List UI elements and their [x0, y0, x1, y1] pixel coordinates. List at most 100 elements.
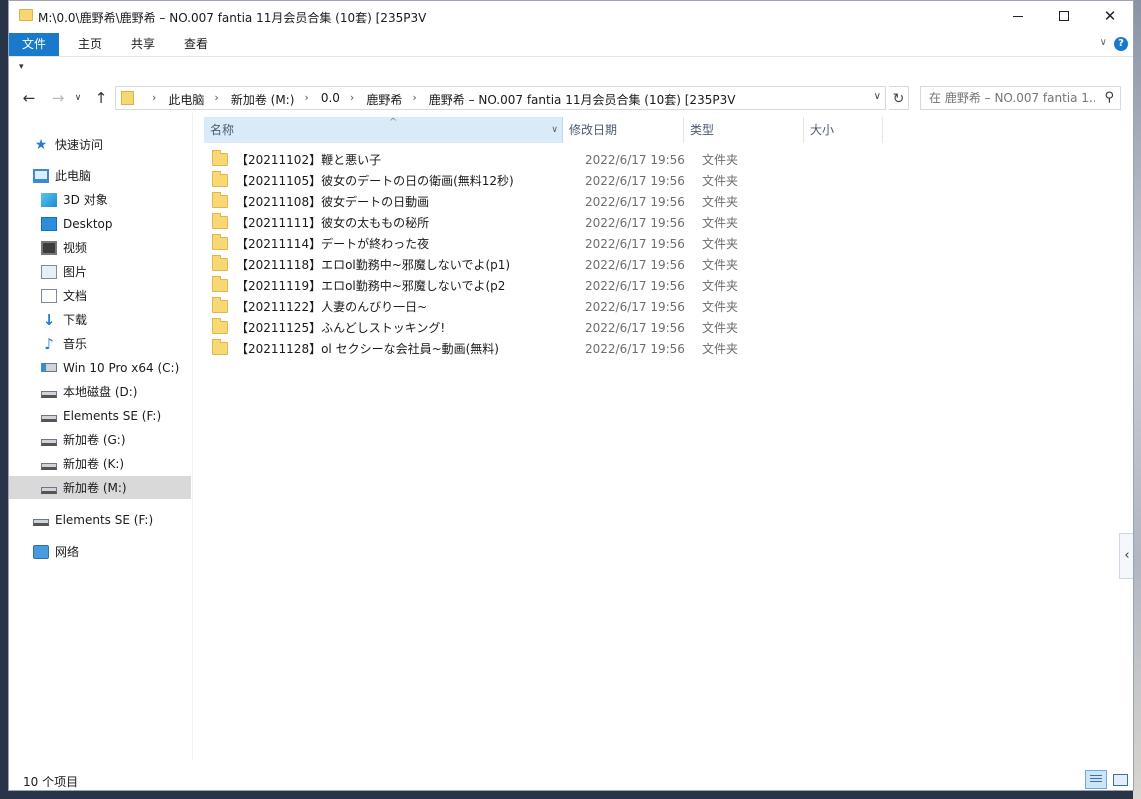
sidebar-item[interactable]: ★ 快速访问	[9, 133, 191, 156]
folder-icon	[19, 9, 33, 21]
sidebar-item-label: 3D 对象	[63, 193, 108, 207]
large-icons-view-icon[interactable]	[1110, 770, 1130, 789]
customize-toolbar-dropdown-icon[interactable]: ▾	[19, 62, 24, 72]
sidebar-item[interactable]: 本地磁盘 (D:)	[9, 380, 191, 403]
file-name: 【20211105】彼女のデートの日の衛画(無料12秒)	[236, 174, 514, 188]
sidebar-item[interactable]: 此电脑	[9, 164, 191, 187]
expand-ribbon-chevron-icon[interactable]: ∨	[1100, 37, 1107, 48]
table-row[interactable]: 【20211118】エロol勤務中~邪魔しないでよ(p1) 2022/6/17 1…	[204, 254, 904, 275]
search-icon[interactable]: ⚲	[1104, 90, 1114, 105]
search-input[interactable]	[929, 91, 1095, 105]
file-name: 【20211118】エロol勤務中~邪魔しないでよ(p1)	[236, 258, 511, 272]
file-date: 2022/6/17 19:56	[585, 299, 685, 314]
table-row[interactable]: 【20211122】人妻のんびり一日~ 2022/6/17 19:56 文件夹	[204, 296, 904, 317]
sidebar-item[interactable]: 视频	[9, 236, 191, 259]
table-row[interactable]: 【20211128】ol セクシーな会社員~動画(無料) 2022/6/17 19…	[204, 338, 904, 359]
sidebar-item-label: 快速访问	[55, 138, 104, 152]
table-row[interactable]: 【20211105】彼女のデートの日の衛画(無料12秒) 2022/6/17 19…	[204, 170, 904, 191]
table-row[interactable]: 【20211114】デートが終わった夜 2022/6/17 19:56 文件夹	[204, 233, 904, 254]
breadcrumb-drive-m[interactable]: 新加卷 (M:)	[231, 91, 295, 108]
sidebar-item[interactable]: Elements SE (F:)	[9, 508, 191, 531]
breadcrumb-this-pc[interactable]: 此电脑	[168, 91, 204, 108]
file-type: 文件夹	[702, 258, 739, 272]
details-view-icon[interactable]	[1085, 770, 1107, 789]
sidebar-item[interactable]: 新加卷 (M:)	[9, 476, 191, 499]
maximize-button[interactable]	[1041, 1, 1087, 31]
file-type: 文件夹	[702, 216, 739, 230]
forward-arrow-icon[interactable]: →	[47, 88, 69, 108]
sidebar-item-label: Win 10 Pro x64 (C:)	[63, 360, 180, 375]
table-row[interactable]: 【20211108】彼女デートの日動画 2022/6/17 19:56 文件夹	[204, 191, 904, 212]
preview-pane-toggle-chevron-icon[interactable]: ‹	[1119, 533, 1133, 579]
recent-locations-chevron-icon[interactable]: ∨	[71, 88, 85, 108]
file-type: 文件夹	[702, 342, 739, 356]
file-type: 文件夹	[702, 195, 739, 209]
sidebar-item[interactable]: ↓ 下载	[9, 308, 191, 331]
table-row[interactable]: 【20211125】ふんどしストッキング! 2022/6/17 19:56 文件夹	[204, 317, 904, 338]
window-title: M:\0.0\鹿野希\鹿野希 – NO.007 fantia 11月会员合集 (…	[38, 11, 427, 25]
file-name: 【20211108】彼女デートの日動画	[236, 195, 430, 209]
drive-icon	[41, 462, 57, 470]
file-date: 2022/6/17 19:56	[585, 257, 685, 272]
table-row[interactable]: 【20211102】鞭と悪い子 2022/6/17 19:56 文件夹	[204, 149, 904, 170]
breadcrumb-separator-icon[interactable]: ›	[304, 91, 308, 108]
breadcrumb-folder-current[interactable]: 鹿野希 – NO.007 fantia 11月会员合集 (10套) [235P3…	[429, 91, 736, 108]
documents-icon	[41, 288, 57, 303]
search-box[interactable]: ⚲	[920, 86, 1121, 110]
column-header-name[interactable]: ^ 名称 ∨	[204, 117, 563, 143]
sidebar-item-label: Desktop	[63, 216, 113, 231]
breadcrumb-folder-parent[interactable]: 鹿野希	[366, 91, 402, 108]
breadcrumb-separator-icon[interactable]: ›	[412, 91, 416, 108]
sidebar-item[interactable]: 3D 对象	[9, 188, 191, 211]
file-date: 2022/6/17 19:56	[585, 215, 685, 230]
title-bar[interactable]: M:\0.0\鹿野希\鹿野希 – NO.007 fantia 11月会员合集 (…	[9, 1, 1133, 31]
breadcrumb-separator-icon[interactable]: ›	[350, 91, 354, 108]
item-count: 10 个项目	[23, 775, 79, 789]
sidebar-item[interactable]: 网络	[9, 540, 191, 563]
drive-icon	[41, 486, 57, 494]
address-bar[interactable]: › 此电脑 › 新加卷 (M:) › 0.0 › 鹿野希 › 鹿野希 – NO.…	[115, 86, 886, 110]
tab-view[interactable]: 查看	[171, 33, 221, 56]
column-header-type[interactable]: 类型	[684, 117, 804, 143]
table-row[interactable]: 【20211111】彼女の太ももの秘所 2022/6/17 19:56 文件夹	[204, 212, 904, 233]
sidebar-item[interactable]: 新加卷 (K:)	[9, 452, 191, 475]
column-header-date[interactable]: 修改日期	[563, 117, 684, 143]
file-name: 【20211119】エロol勤務中~邪魔しないでよ(p2	[236, 279, 506, 293]
column-filter-chevron-icon[interactable]: ∨	[551, 117, 558, 143]
column-header-size[interactable]: 大小	[804, 117, 883, 143]
sidebar-item[interactable]: 文档	[9, 284, 191, 307]
file-list: ^ 名称 ∨ 修改日期 类型 大小 ‹ 【20211102】鞭と悪い子 2022/…	[194, 113, 1133, 761]
back-arrow-icon[interactable]: ←	[18, 88, 40, 108]
file-date: 2022/6/17 19:56	[585, 320, 685, 335]
tab-share[interactable]: 共享	[118, 33, 168, 56]
tab-file[interactable]: 文件	[9, 33, 60, 56]
file-name: 【20211114】デートが終わった夜	[236, 237, 430, 251]
breadcrumb-separator-icon[interactable]: ›	[214, 91, 218, 108]
sidebar-item[interactable]: ♪ 音乐	[9, 332, 191, 355]
column-header-name-label: 名称	[210, 123, 235, 137]
tab-home[interactable]: 主页	[65, 33, 115, 56]
minimize-icon	[1013, 15, 1023, 17]
minimize-button[interactable]	[995, 1, 1041, 31]
folder-icon	[212, 150, 228, 166]
sidebar-item-label: Elements SE (F:)	[55, 512, 154, 527]
folder-icon	[212, 213, 228, 229]
help-icon[interactable]: ?	[1114, 37, 1128, 51]
address-bar-row: ← → ∨ ↑ › 此电脑 › 新加卷 (M:) › 0.0 › 鹿野希 › 鹿…	[9, 84, 1133, 112]
sidebar-item[interactable]: Elements SE (F:)	[9, 404, 191, 427]
folder-icon	[212, 339, 228, 355]
file-name: 【20211125】ふんどしストッキング!	[236, 321, 446, 335]
sidebar-item[interactable]: 新加卷 (G:)	[9, 428, 191, 451]
sidebar-item[interactable]: 图片	[9, 260, 191, 283]
refresh-icon[interactable]: ↻	[889, 86, 909, 110]
sidebar-item[interactable]: Desktop	[9, 212, 191, 235]
address-history-chevron-icon[interactable]: ∨	[874, 91, 881, 102]
sidebar-item-label: 本地磁盘 (D:)	[63, 385, 138, 399]
breadcrumb-folder-0-0[interactable]: 0.0	[321, 91, 340, 108]
table-row[interactable]: 【20211119】エロol勤務中~邪魔しないでよ(p2 2022/6/17 19…	[204, 275, 904, 296]
close-button[interactable]: ✕	[1087, 1, 1133, 31]
up-arrow-icon[interactable]: ↑	[90, 88, 112, 108]
breadcrumb-separator-icon[interactable]: ›	[152, 91, 156, 108]
drive-icon	[41, 390, 57, 398]
sidebar-item[interactable]: Win 10 Pro x64 (C:)	[9, 356, 191, 379]
